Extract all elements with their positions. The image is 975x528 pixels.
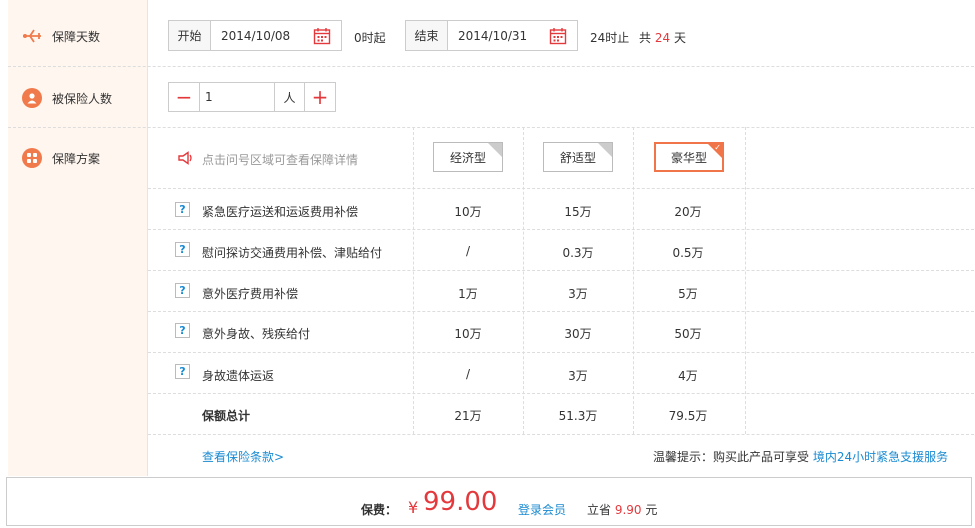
insurance-form: 保障天数 被保险人数 保障方案 <box>8 0 975 476</box>
coverage-name: 意外医疗费用补偿 <box>202 287 299 301</box>
coverage-value: 0.3万 <box>562 246 594 260</box>
label-row-plan: 保障方案 <box>8 145 148 171</box>
coverage-value: 4万 <box>678 369 698 383</box>
decrement-button[interactable]: − <box>169 83 199 111</box>
help-icon[interactable]: ? <box>175 283 190 298</box>
end-date-field[interactable]: 结束 2014/10/31 <box>405 20 578 51</box>
divider <box>148 352 974 353</box>
divider <box>633 127 634 434</box>
insured-count-unit: 人 <box>275 83 305 111</box>
label-insured: 被保险人数 <box>52 91 113 106</box>
coverage-value: 30万 <box>564 327 592 341</box>
coverage-value: 1万 <box>458 287 478 301</box>
total-value: 79.5万 <box>668 409 708 423</box>
grid-icon <box>21 147 43 169</box>
total-days-count: 24 <box>654 31 671 45</box>
terms-link[interactable]: 查看保险条款> <box>202 448 284 465</box>
end-date-suffix: 24时止 <box>590 31 630 45</box>
login-link[interactable]: 登录会员 <box>518 501 566 518</box>
coverage-value: 5万 <box>678 287 698 301</box>
label-days: 保障天数 <box>52 29 101 44</box>
start-date-field[interactable]: 开始 2014/10/08 <box>168 20 342 51</box>
plan-option-luxury[interactable]: 豪华型 ✓ <box>654 142 724 172</box>
divider <box>8 127 974 128</box>
help-icon[interactable]: ? <box>175 323 190 338</box>
coverage-name: 意外身故、残疾给付 <box>202 327 311 341</box>
total-value: 21万 <box>454 409 482 423</box>
help-icon[interactable]: ? <box>175 364 190 379</box>
insured-count-input[interactable]: 1 <box>199 83 275 111</box>
divider <box>523 127 524 434</box>
insured-count-stepper: − 1 人 + <box>168 82 336 112</box>
calendar-icon[interactable] <box>313 27 331 45</box>
check-icon: ✓ <box>714 143 721 152</box>
plan-option-comfort[interactable]: 舒适型 <box>543 142 613 172</box>
coverage-value: 3万 <box>568 369 588 383</box>
coverage-value: 10万 <box>454 205 482 219</box>
help-icon[interactable]: ? <box>175 202 190 217</box>
coverage-value: 50万 <box>674 327 702 341</box>
savings-text: 立省 9.90 元 <box>587 503 658 517</box>
coverage-value: / <box>465 367 471 381</box>
price-currency: ¥ <box>408 498 419 517</box>
plan-option-economy[interactable]: 经济型 <box>433 142 503 172</box>
divider <box>148 393 974 394</box>
person-icon <box>21 87 43 109</box>
divider <box>745 127 746 434</box>
end-date-value: 2014/10/31 <box>458 28 528 43</box>
label-row-insured: 被保险人数 <box>8 85 148 111</box>
total-days-text: 共 24 天 <box>639 31 686 45</box>
emergency-service-link[interactable]: 境内24小时紧急支援服务 <box>813 450 948 464</box>
coverage-value: / <box>465 244 471 258</box>
plan-hint: 点击问号区域可查看保障详情 <box>202 153 359 167</box>
increment-button[interactable]: + <box>305 83 335 111</box>
end-date-label: 结束 <box>406 21 448 50</box>
coverage-name: 身故遗体运返 <box>202 369 275 383</box>
coverage-value: 20万 <box>674 205 702 219</box>
megaphone-icon <box>177 151 193 168</box>
coverage-value: 10万 <box>454 327 482 341</box>
calendar-icon[interactable] <box>549 27 567 45</box>
coverage-value: 3万 <box>568 287 588 301</box>
coverage-value: 15万 <box>564 205 592 219</box>
savings-amount: 9.90 <box>614 503 642 517</box>
coverage-name: 紧急医疗运送和运返费用补偿 <box>202 205 359 219</box>
airplane-icon <box>21 25 43 47</box>
start-date-label: 开始 <box>169 21 211 50</box>
divider <box>148 188 974 189</box>
left-label-column <box>8 0 148 476</box>
divider <box>8 66 974 67</box>
price-label: 保费： <box>361 503 398 517</box>
start-date-suffix: 0时起 <box>354 31 386 45</box>
total-label: 保额总计 <box>202 409 251 423</box>
divider <box>148 434 974 435</box>
price-amount: 99.00 <box>423 487 498 517</box>
tip-text: 温馨提示：购买此产品可享受 境内24小时紧急支援服务 <box>653 450 949 464</box>
divider <box>148 270 974 271</box>
divider <box>148 311 974 312</box>
label-plan: 保障方案 <box>52 151 101 166</box>
start-date-value: 2014/10/08 <box>221 28 291 43</box>
help-icon[interactable]: ? <box>175 242 190 257</box>
coverage-value: 0.5万 <box>672 246 704 260</box>
total-value: 51.3万 <box>558 409 598 423</box>
coverage-name: 慰问探访交通费用补偿、津贴给付 <box>202 246 383 260</box>
divider <box>148 229 974 230</box>
label-row-days: 保障天数 <box>8 21 148 51</box>
divider <box>413 127 414 434</box>
